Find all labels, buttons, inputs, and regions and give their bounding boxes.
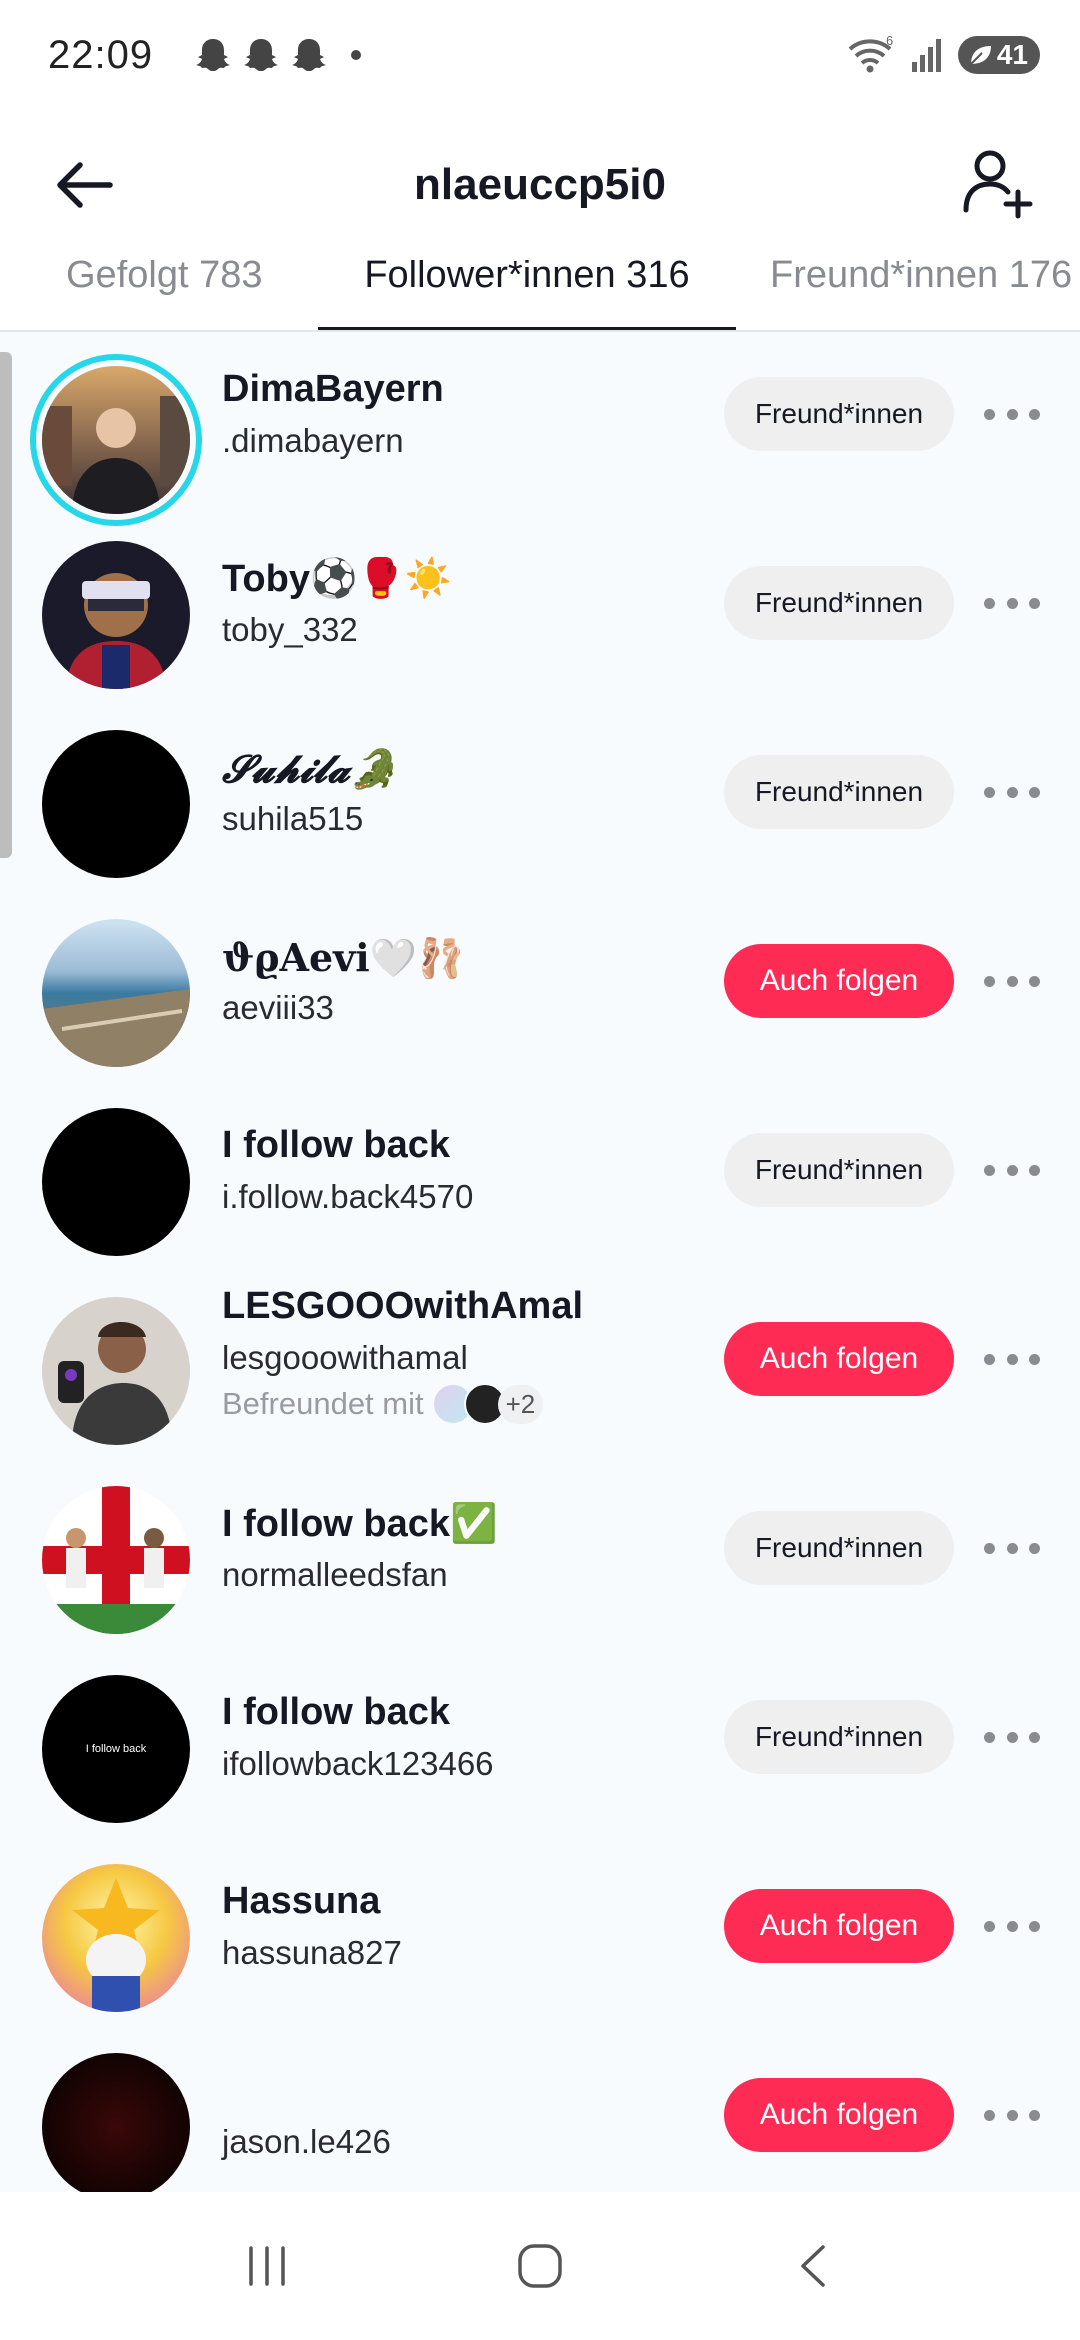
- list-item[interactable]: ϑϱAevi🤍🩰 aeviii33 Auch folgen: [0, 899, 1080, 1088]
- status-right: 6 41: [846, 35, 1040, 75]
- more-options-icon[interactable]: [984, 2105, 1040, 2125]
- follow-back-button[interactable]: Auch folgen: [724, 2078, 954, 2152]
- list-item[interactable]: Toby⚽🥊☀️ toby_332 Freund*innen: [0, 521, 1080, 710]
- list-item[interactable]: I follow back i.follow.back4570 Freund*i…: [0, 1088, 1080, 1277]
- friends-button[interactable]: Freund*innen: [724, 1133, 954, 1207]
- user-handle: hassuna827: [222, 1934, 402, 1971]
- avatar[interactable]: [42, 1108, 190, 1256]
- status-bar: 22:09 6 41: [0, 0, 1080, 110]
- avatar[interactable]: [42, 366, 190, 514]
- user-name: Hassuna: [222, 1880, 381, 1922]
- avatar[interactable]: [42, 1486, 190, 1634]
- more-options-icon[interactable]: [984, 1538, 1040, 1558]
- snapchat-ghost-icon: [292, 39, 327, 71]
- tab-following[interactable]: Gefolgt 783: [66, 260, 262, 330]
- avatar[interactable]: [42, 1297, 190, 1445]
- list-item[interactable]: Hassuna hassuna827 Auch folgen: [0, 1844, 1080, 2033]
- avatar[interactable]: [42, 541, 190, 689]
- list-item[interactable]: I follow back✅ normalleedsfan Freund*inn…: [0, 1466, 1080, 1655]
- friends-button[interactable]: Freund*innen: [724, 1511, 954, 1585]
- recent-apps-icon[interactable]: [227, 2226, 307, 2306]
- power-saving-leaf-icon: [970, 46, 991, 65]
- friends-button[interactable]: Freund*innen: [724, 755, 954, 829]
- user-name: I follow back: [222, 1691, 451, 1733]
- follow-back-button[interactable]: Auch folgen: [724, 1889, 954, 1963]
- mutual-count: +2: [497, 1384, 544, 1424]
- snapchat-ghost-icon: [244, 39, 279, 71]
- more-options-icon[interactable]: [984, 1916, 1040, 1936]
- user-name: I follow back: [222, 1124, 451, 1166]
- user-name: ϑϱAevi🤍🩰: [222, 935, 465, 980]
- user-handle: suhila515: [222, 800, 364, 837]
- signal-icon: [912, 39, 941, 72]
- mutual-avatars: +2: [431, 1383, 544, 1425]
- list-item[interactable]: DimaBayern .dimabayern Freund*innen: [0, 332, 1080, 521]
- list-item[interactable]: LESGOOOwithAmal lesgooowithamal Befreund…: [0, 1277, 1080, 1466]
- avatar[interactable]: [42, 730, 190, 878]
- user-name: Toby⚽🥊☀️: [222, 558, 452, 600]
- svg-text:6: 6: [886, 35, 893, 48]
- notification-icons: [193, 35, 362, 75]
- tab-followers[interactable]: Follower*innen 316: [318, 260, 736, 330]
- arrow-left-icon[interactable]: [50, 150, 120, 220]
- mutual-friends: Befreundet mit +2: [222, 1383, 544, 1425]
- system-nav-bar: [0, 2192, 1080, 2340]
- follow-back-button[interactable]: Auch folgen: [724, 1322, 954, 1396]
- avatar[interactable]: I follow back: [42, 1675, 190, 1823]
- user-name: I follow back✅: [222, 1503, 498, 1545]
- status-left: 22:09: [48, 32, 362, 78]
- more-options-icon[interactable]: [984, 593, 1040, 613]
- more-options-icon[interactable]: [984, 1160, 1040, 1180]
- follow-back-button[interactable]: Auch folgen: [724, 944, 954, 1018]
- more-options-icon[interactable]: [984, 971, 1040, 991]
- page-title: nlaeuccp5i0: [414, 160, 666, 209]
- user-handle: normalleedsfan: [222, 1556, 448, 1593]
- user-handle: .dimabayern: [222, 422, 404, 459]
- user-handle: ifollowback123466: [222, 1745, 494, 1782]
- list-item[interactable]: jason.le426 Auch folgen: [0, 2033, 1080, 2192]
- more-notifications-dot: [351, 50, 362, 60]
- avatar[interactable]: [42, 2053, 190, 2192]
- header: nlaeuccp5i0: [0, 110, 1080, 260]
- snapchat-ghost-icon: [196, 39, 231, 71]
- user-name: DimaBayern: [222, 368, 444, 410]
- tab-bar: Gefolgt 783 Follower*innen 316 Freund*in…: [0, 260, 1080, 332]
- battery-icon: 41: [958, 36, 1040, 74]
- avatar[interactable]: [42, 919, 190, 1067]
- list-item[interactable]: 𝓢𝓾𝓱𝓲𝓵𝓪🐊 suhila515 Freund*innen: [0, 710, 1080, 899]
- more-options-icon[interactable]: [984, 404, 1040, 424]
- add-user-icon[interactable]: [960, 144, 1036, 220]
- wifi-icon: 6: [848, 35, 893, 73]
- friends-button[interactable]: Freund*innen: [724, 377, 954, 451]
- mutual-friends-label: Befreundet mit: [222, 1386, 424, 1421]
- battery-level: 41: [996, 39, 1028, 70]
- user-handle: jason.le426: [222, 2123, 391, 2160]
- nav-back-icon[interactable]: [773, 2226, 853, 2306]
- more-options-icon[interactable]: [984, 782, 1040, 802]
- user-handle: lesgooowithamal: [222, 1339, 468, 1376]
- follower-list[interactable]: DimaBayern .dimabayern Freund*innen Toby…: [0, 332, 1080, 2192]
- user-name: 𝓢𝓾𝓱𝓲𝓵𝓪🐊: [222, 746, 398, 791]
- friends-button[interactable]: Freund*innen: [724, 1700, 954, 1774]
- user-name: LESGOOOwithAmal: [222, 1285, 584, 1327]
- list-item[interactable]: I follow back I follow back ifollowback1…: [0, 1655, 1080, 1844]
- avatar-text: I follow back: [85, 1743, 147, 1755]
- user-handle: toby_332: [222, 611, 358, 648]
- friends-button[interactable]: Freund*innen: [724, 566, 954, 640]
- status-time: 22:09: [48, 32, 154, 77]
- avatar[interactable]: [42, 1864, 190, 2012]
- more-options-icon[interactable]: [984, 1349, 1040, 1369]
- user-handle: i.follow.back4570: [222, 1178, 474, 1215]
- tab-friends[interactable]: Freund*innen 176: [770, 260, 1072, 330]
- home-icon[interactable]: [500, 2226, 580, 2306]
- more-options-icon[interactable]: [984, 1727, 1040, 1747]
- user-handle: aeviii33: [222, 989, 334, 1026]
